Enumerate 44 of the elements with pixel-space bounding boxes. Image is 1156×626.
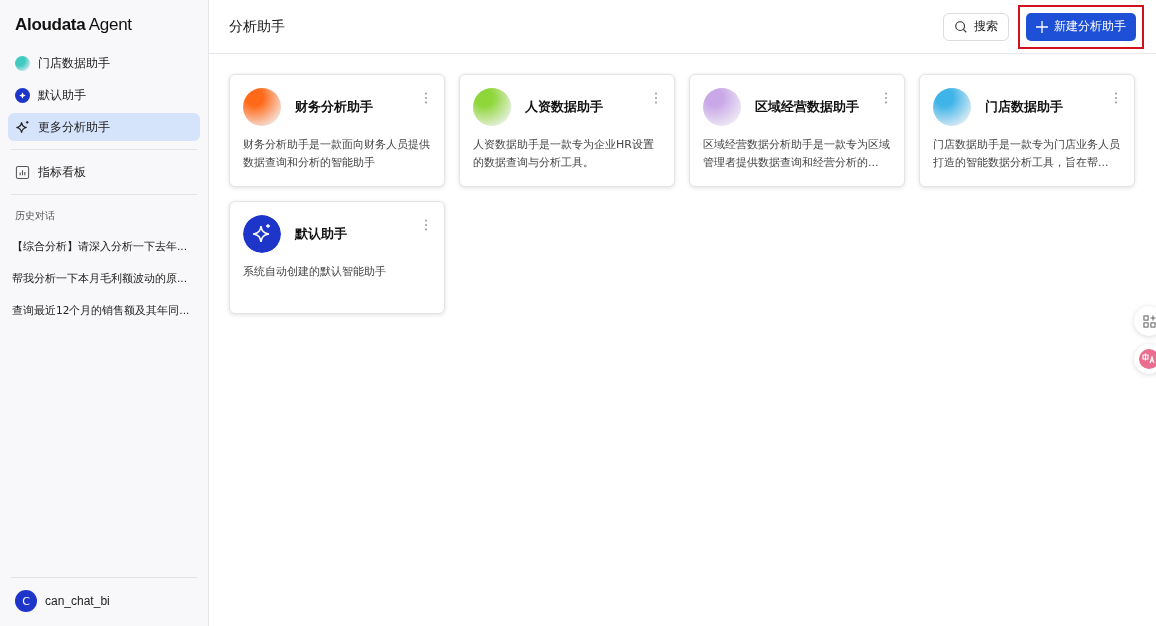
- history-item[interactable]: 【综合分析】请深入分析一下去年...: [8, 231, 191, 263]
- user-name: can_chat_bi: [45, 594, 110, 608]
- card-description: 人资数据助手是一款专为企业HR设置的数据查询与分析工具。: [473, 137, 655, 171]
- add-widget-button[interactable]: [1134, 306, 1156, 336]
- chart-icon: [15, 164, 30, 180]
- assistant-card[interactable]: 区域经营数据助手 区域经营数据分析助手是一款专为区域管理者提供数据查询和经营分析的...: [689, 74, 905, 187]
- more-icon[interactable]: [424, 92, 428, 104]
- page-title: 分析助手: [229, 17, 286, 36]
- card-description: 系统自动创建的默认智能助手: [243, 264, 387, 280]
- card-description: 财务分析助手是一款面向财务人员提供数据查询和分析的智能助手: [243, 137, 431, 171]
- search-icon: [954, 19, 968, 34]
- user-avatar: C: [15, 590, 37, 612]
- translate-button[interactable]: [1134, 344, 1156, 374]
- card-title: 人资数据助手: [525, 98, 604, 116]
- sidebar-item[interactable]: 默认助手: [8, 81, 200, 109]
- sidebar-item[interactable]: 更多分析助手: [8, 113, 200, 141]
- assistant-card[interactable]: 默认助手 系统自动创建的默认智能助手: [229, 201, 445, 314]
- sidebar-item[interactable]: 门店数据助手: [8, 49, 200, 77]
- card-title: 财务分析助手: [295, 98, 374, 116]
- more-icon[interactable]: [424, 219, 428, 231]
- card-description: 区域经营数据分析助手是一款专为区域管理者提供数据查询和经营分析的...: [703, 137, 891, 171]
- sparkle-avatar-icon: [15, 87, 30, 103]
- more-icon[interactable]: [1114, 92, 1118, 104]
- history-item[interactable]: 帮我分析一下本月毛利额波动的原...: [8, 263, 191, 295]
- assistant-card[interactable]: 财务分析助手 财务分析助手是一款面向财务人员提供数据查询和分析的智能助手: [229, 74, 445, 187]
- card-title: 默认助手: [295, 225, 348, 243]
- grid-plus-icon: [1142, 314, 1156, 328]
- new-assistant-button[interactable]: 新建分析助手: [1026, 12, 1136, 41]
- section-title: 历史对话: [14, 209, 56, 223]
- sparkle-icon: [15, 119, 30, 135]
- card-description: 门店数据助手是一款专为门店业务人员打造的智能数据分析工具，旨在帮...: [933, 137, 1121, 171]
- card-title: 门店数据助手: [985, 98, 1064, 116]
- brand-logo: Aloudata Agent: [14, 14, 133, 36]
- search-button[interactable]: 搜索: [943, 12, 1009, 41]
- more-icon[interactable]: [884, 92, 888, 104]
- sidebar-item[interactable]: 指标看板: [8, 158, 200, 186]
- assistant-card[interactable]: 门店数据助手 门店数据助手是一款专为门店业务人员打造的智能数据分析工具，旨在帮...: [919, 74, 1135, 187]
- assistant-card[interactable]: 人资数据助手 人资数据助手是一款专为企业HR设置的数据查询与分析工具。: [459, 74, 675, 187]
- sparkle-avatar-icon: [243, 215, 281, 253]
- more-icon[interactable]: [654, 92, 658, 104]
- plus-icon: [1036, 20, 1048, 33]
- translate-icon: [1139, 349, 1156, 369]
- history-item[interactable]: 查询最近12个月的销售额及其年同...: [8, 295, 194, 327]
- card-title: 区域经营数据助手: [755, 98, 860, 116]
